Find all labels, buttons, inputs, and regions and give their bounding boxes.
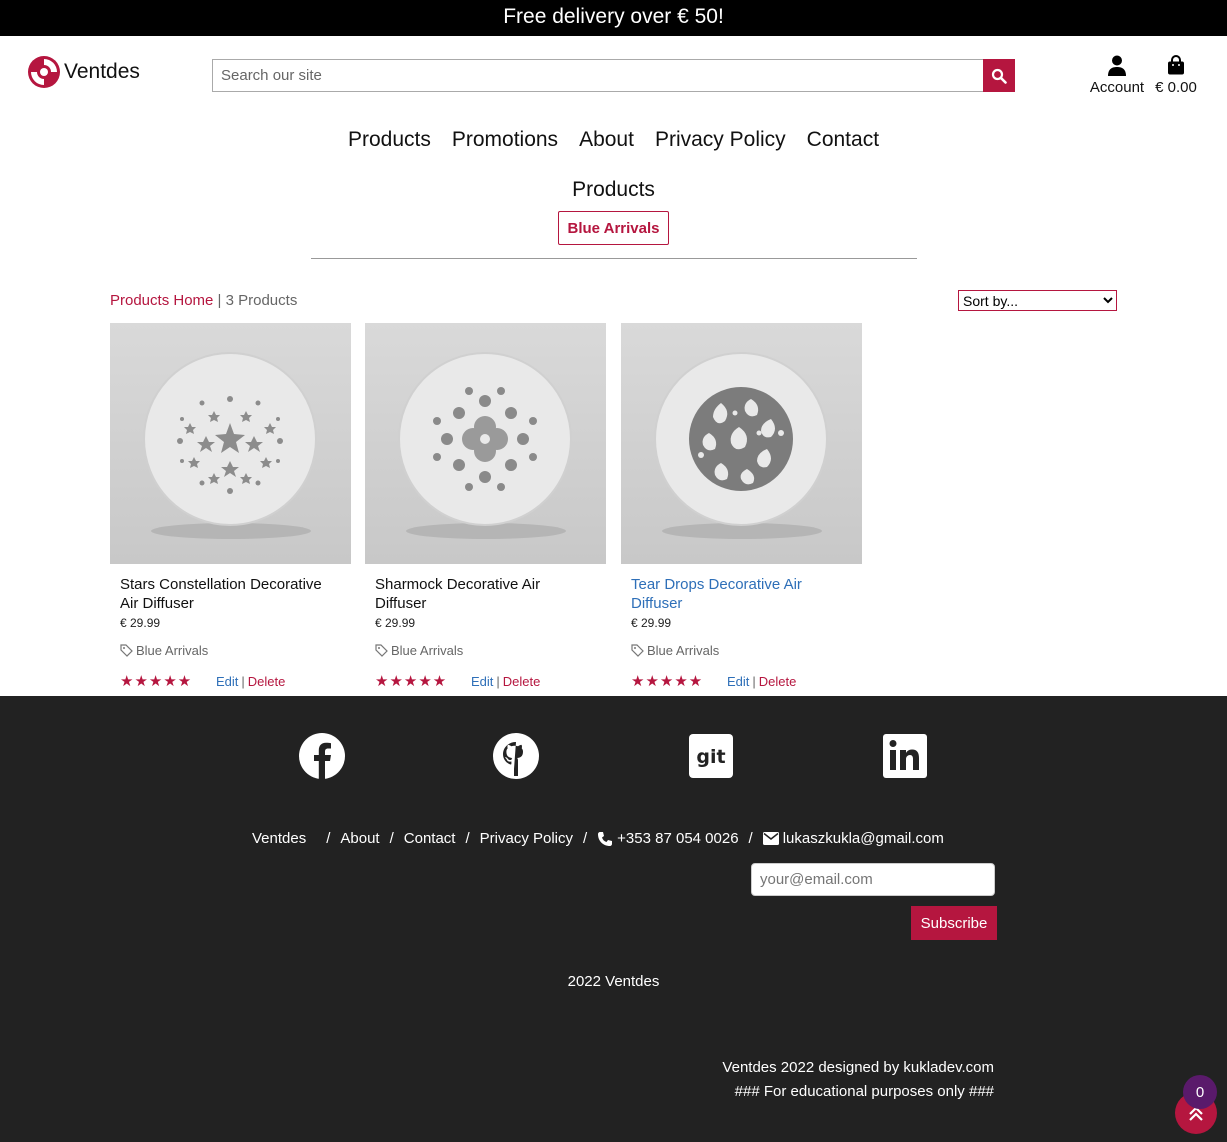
edit-link[interactable]: Edit (216, 674, 238, 689)
sort-select[interactable]: Sort by... (958, 290, 1117, 311)
account-link[interactable]: Account (1085, 53, 1149, 96)
diffuser-stars-image (143, 352, 317, 539)
delete-link[interactable]: Delete (248, 674, 286, 689)
category-label: Blue Arrivals (647, 643, 720, 658)
phone-icon (598, 831, 613, 846)
product-category[interactable]: Blue Arrivals (110, 643, 351, 658)
product-actions: ★★★★★ Edit | Delete (621, 672, 862, 690)
search-input[interactable] (212, 59, 983, 92)
product-count: 3 Products (225, 292, 298, 309)
separator: / (389, 830, 394, 847)
footer-phone-link[interactable]: +353 87 054 0026 (617, 830, 738, 847)
page-title: Products (572, 178, 655, 201)
divider (311, 258, 917, 259)
product-card: Stars Constellation Decorative Air Diffu… (110, 323, 351, 690)
newsletter-email-input[interactable] (751, 863, 995, 896)
footer-email-link[interactable]: lukaszkukla@gmail.com (783, 830, 944, 847)
envelope-icon (762, 832, 779, 845)
product-image[interactable] (621, 323, 862, 564)
account-label: Account (1089, 79, 1145, 96)
logo-icon (28, 56, 60, 88)
breadcrumb-home-link[interactable]: Products Home (110, 292, 213, 309)
separator: / (465, 830, 470, 847)
github-icon[interactable] (492, 732, 540, 780)
rating-stars: ★★★★★ (631, 673, 704, 690)
svg-text:git: git (696, 746, 725, 768)
nav-about[interactable]: About (579, 128, 634, 152)
main-nav: Products Promotions About Privacy Policy… (0, 128, 1227, 152)
footer-nav: Ventdes / About / Contact / Privacy Poli… (252, 830, 944, 847)
subscribe-button[interactable]: Subscribe (911, 906, 997, 940)
product-category[interactable]: Blue Arrivals (365, 643, 606, 658)
rating-stars: ★★★★★ (120, 673, 193, 690)
product-title[interactable]: Tear Drops Decorative Air Diffuser (621, 575, 851, 613)
action-separator: | (496, 673, 500, 689)
rating-stars: ★★★★★ (375, 673, 448, 690)
credits: Ventdes 2022 designed by kukladev.com ##… (722, 1056, 994, 1104)
promo-banner: Free delivery over € 50! (0, 0, 1227, 36)
delete-link[interactable]: Delete (503, 674, 541, 689)
diffuser-teardrops-image (654, 352, 828, 539)
product-image[interactable] (110, 323, 351, 564)
nav-privacy-policy[interactable]: Privacy Policy (655, 128, 786, 152)
product-actions: ★★★★★ Edit | Delete (365, 672, 606, 690)
tag-icon (375, 644, 388, 657)
site-footer: git Ventdes / About / Contact / Privacy … (0, 696, 1227, 1142)
diffuser-shamrock-image (398, 352, 572, 539)
category-label: Blue Arrivals (391, 643, 464, 658)
separator: / (748, 830, 753, 847)
product-price: € 29.99 (631, 616, 672, 630)
product-actions: ★★★★★ Edit | Delete (110, 672, 351, 690)
footer-contact-link[interactable]: Contact (404, 830, 456, 847)
git-icon[interactable]: git (687, 732, 735, 780)
breadcrumb: Products Home | 3 Products (110, 292, 297, 309)
product-card: Tear Drops Decorative Air Diffuser € 29.… (621, 323, 862, 690)
breadcrumb-separator: | (213, 292, 226, 309)
product-price: € 29.99 (375, 616, 416, 630)
footer-privacy-link[interactable]: Privacy Policy (480, 830, 573, 847)
nav-promotions[interactable]: Promotions (452, 128, 558, 152)
site-logo[interactable]: Ventdes (27, 55, 140, 89)
search-icon (991, 68, 1007, 84)
edit-link[interactable]: Edit (471, 674, 493, 689)
search-form (212, 59, 1015, 92)
category-label: Blue Arrivals (136, 643, 209, 658)
linkedin-icon[interactable] (881, 732, 929, 780)
shopping-bag-link[interactable]: € 0.00 (1152, 53, 1200, 96)
credit-line: Ventdes 2022 designed by kukladev.com (722, 1059, 994, 1076)
edit-link[interactable]: Edit (727, 674, 749, 689)
separator: / (583, 830, 588, 847)
footer-brand-link[interactable]: Ventdes (252, 830, 306, 847)
facebook-icon[interactable] (298, 732, 346, 780)
nav-contact[interactable]: Contact (807, 128, 879, 152)
credit-line: ### For educational purposes only ### (734, 1083, 994, 1100)
action-separator: | (752, 673, 756, 689)
bag-total: € 0.00 (1155, 79, 1197, 96)
tag-icon (120, 644, 133, 657)
action-separator: | (241, 673, 245, 689)
separator: / (326, 830, 331, 847)
footer-about-link[interactable]: About (340, 830, 379, 847)
logo-text: Ventdes (64, 60, 140, 83)
product-title[interactable]: Stars Constellation Decorative Air Diffu… (110, 575, 340, 613)
search-button[interactable] (983, 59, 1015, 92)
copyright: 2022 Ventdes (567, 973, 660, 990)
delete-link[interactable]: Delete (759, 674, 797, 689)
product-category[interactable]: Blue Arrivals (621, 643, 862, 658)
tag-icon (631, 644, 644, 657)
notification-count-badge[interactable]: 0 (1183, 1075, 1217, 1109)
product-image[interactable] (365, 323, 606, 564)
product-price: € 29.99 (120, 616, 161, 630)
category-badge[interactable]: Blue Arrivals (558, 211, 669, 245)
product-card: Sharmock Decorative Air Diffuser € 29.99… (365, 323, 606, 690)
nav-products[interactable]: Products (348, 128, 431, 152)
shopping-bag-icon (1168, 55, 1184, 75)
product-title[interactable]: Sharmock Decorative Air Diffuser (365, 575, 595, 613)
user-icon (1108, 55, 1126, 76)
